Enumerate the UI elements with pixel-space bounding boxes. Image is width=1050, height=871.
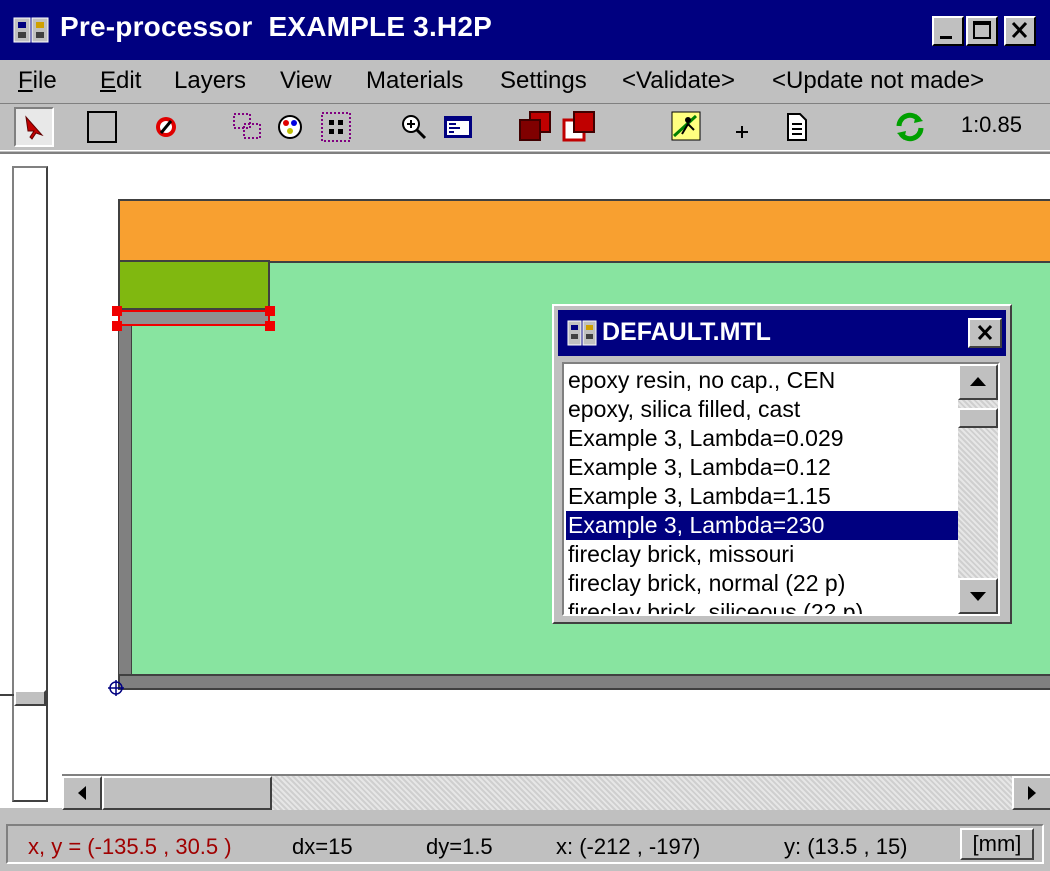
grid-tool-button[interactable] xyxy=(318,108,354,146)
status-panel: x, y = (-135.5 , 30.5 ) dx=15 dy=1.5 x: … xyxy=(6,824,1044,864)
menu-view[interactable]: View xyxy=(280,67,332,95)
dialog-scroll-thumb[interactable] xyxy=(958,408,998,428)
arrow-up-icon xyxy=(970,377,986,386)
vertical-slider[interactable] xyxy=(12,166,48,802)
send-back-button[interactable] xyxy=(560,108,596,146)
dialog-app-icon xyxy=(567,320,597,346)
close-icon xyxy=(977,324,993,341)
material-listbox[interactable]: epoxy resin, no cap., CEN epoxy, silica … xyxy=(562,362,1000,616)
dx-value: dx=15 xyxy=(292,834,353,859)
menu-materials[interactable]: Materials xyxy=(366,67,463,95)
run-tool-button[interactable] xyxy=(668,108,704,146)
y-range: y: (13.5 , 15) xyxy=(784,834,908,859)
zoom-scale-label: 1:0.85 xyxy=(960,112,1022,137)
scroll-right-button[interactable] xyxy=(1012,776,1050,810)
layers-tool-button[interactable] xyxy=(230,108,266,146)
arrow-left-icon xyxy=(78,786,86,800)
refresh-icon xyxy=(896,112,924,142)
materials-palette-icon xyxy=(278,115,302,139)
scroll-left-button[interactable] xyxy=(62,776,102,810)
horizontal-scrollbar[interactable] xyxy=(62,774,1050,810)
select-tool-button[interactable] xyxy=(14,107,54,147)
material-list-item[interactable]: fireclay brick, normal (22 p) xyxy=(566,569,958,598)
menu-file[interactable]: File xyxy=(18,67,57,95)
cursor-coordinates: x, y = (-135.5 , 30.5 ) xyxy=(28,834,232,859)
toolbar: 1:0.85 xyxy=(0,103,1050,151)
display-icon xyxy=(444,116,472,138)
rectangle-tool-button[interactable] xyxy=(82,108,118,146)
dialog-title-bar[interactable]: DEFAULT.MTL xyxy=(558,310,1006,356)
grey-bottom-wall[interactable] xyxy=(118,674,1050,690)
material-list-item[interactable]: Example 3, Lambda=0.12 xyxy=(566,453,958,482)
arrow-right-icon xyxy=(1028,786,1036,800)
dialog-title: DEFAULT.MTL xyxy=(602,318,771,346)
zoom-icon xyxy=(402,115,427,140)
x-range: x: (-212 , -197) xyxy=(556,834,701,859)
delete-icon xyxy=(156,117,176,137)
add-point-button[interactable] xyxy=(724,108,760,146)
menu-layers[interactable]: Layers xyxy=(174,67,246,95)
display-tool-button[interactable] xyxy=(440,108,476,146)
selection-handle-top-left[interactable] xyxy=(112,306,122,316)
orange-layer-region[interactable] xyxy=(118,199,1050,263)
status-bar: x, y = (-135.5 , 30.5 ) dx=15 dy=1.5 x: … xyxy=(0,810,1050,871)
app-icon[interactable] xyxy=(12,14,52,46)
material-list-item[interactable]: Example 3, Lambda=1.15 xyxy=(566,482,958,511)
material-list-item-selected[interactable]: Example 3, Lambda=230 xyxy=(566,511,958,540)
menu-settings[interactable]: Settings xyxy=(500,67,587,95)
origin-marker-icon xyxy=(108,680,124,696)
select-arrow-icon xyxy=(25,115,44,140)
selection-handle-top-right[interactable] xyxy=(265,306,275,316)
horizontal-scroll-thumb[interactable] xyxy=(102,776,272,810)
close-button[interactable] xyxy=(1004,16,1036,46)
material-list-item[interactable]: fireclay brick, siliceous (22 p) xyxy=(566,598,958,614)
bring-front-icon xyxy=(519,111,551,141)
menu-validate[interactable]: <Validate> xyxy=(622,67,735,95)
grey-left-wall[interactable] xyxy=(118,324,132,678)
delete-tool-button[interactable] xyxy=(148,108,184,146)
material-list-item[interactable]: epoxy resin, no cap., CEN xyxy=(566,366,958,395)
olive-layer-region[interactable] xyxy=(118,260,270,310)
title-bar[interactable]: Pre-processor EXAMPLE 3.H2P xyxy=(0,0,1050,60)
rectangle-icon xyxy=(87,111,117,143)
menu-bar: File Edit Layers View Materials Settings… xyxy=(0,60,1050,100)
selected-region[interactable] xyxy=(118,310,270,326)
add-point-icon xyxy=(736,126,748,138)
zoom-tool-button[interactable] xyxy=(396,108,432,146)
menu-edit[interactable]: Edit xyxy=(100,67,141,95)
arrow-down-icon xyxy=(970,592,986,601)
selection-handle-bottom-left[interactable] xyxy=(112,321,122,331)
send-back-icon xyxy=(562,111,595,142)
window-title: Pre-processor EXAMPLE 3.H2P xyxy=(60,11,492,42)
refresh-button[interactable] xyxy=(890,108,926,146)
bring-front-button[interactable] xyxy=(516,108,552,146)
dialog-scroll-up-button[interactable] xyxy=(958,364,998,400)
notes-icon xyxy=(787,113,807,141)
dialog-close-button[interactable] xyxy=(968,318,1002,348)
run-icon xyxy=(671,111,701,141)
minimize-button[interactable] xyxy=(932,16,964,46)
notes-button[interactable] xyxy=(778,108,814,146)
layers-icon xyxy=(233,113,261,139)
material-dialog[interactable]: DEFAULT.MTL epoxy resin, no cap., CEN ep… xyxy=(552,304,1012,624)
unit-button[interactable]: [mm] xyxy=(960,828,1034,860)
material-list-item[interactable]: epoxy, silica filled, cast xyxy=(566,395,958,424)
maximize-icon xyxy=(973,21,991,39)
close-icon xyxy=(1011,21,1028,39)
material-list-item[interactable]: fireclay brick, missouri xyxy=(566,540,958,569)
vertical-slider-thumb[interactable] xyxy=(14,690,46,706)
material-list-item[interactable]: Example 3, Lambda=0.029 xyxy=(566,424,958,453)
preprocessor-window: Pre-processor EXAMPLE 3.H2P File Edit La… xyxy=(0,0,1050,871)
minimize-icon xyxy=(940,36,952,39)
grid-icon xyxy=(321,112,351,142)
maximize-button[interactable] xyxy=(966,16,998,46)
slider-tick xyxy=(0,694,14,696)
selection-handle-bottom-right[interactable] xyxy=(265,321,275,331)
dialog-scroll-down-button[interactable] xyxy=(958,578,998,614)
dy-value: dy=1.5 xyxy=(426,834,493,859)
menu-update-status[interactable]: <Update not made> xyxy=(772,67,984,95)
materials-palette-button[interactable] xyxy=(272,108,308,146)
dialog-scrollbar[interactable] xyxy=(958,364,998,614)
